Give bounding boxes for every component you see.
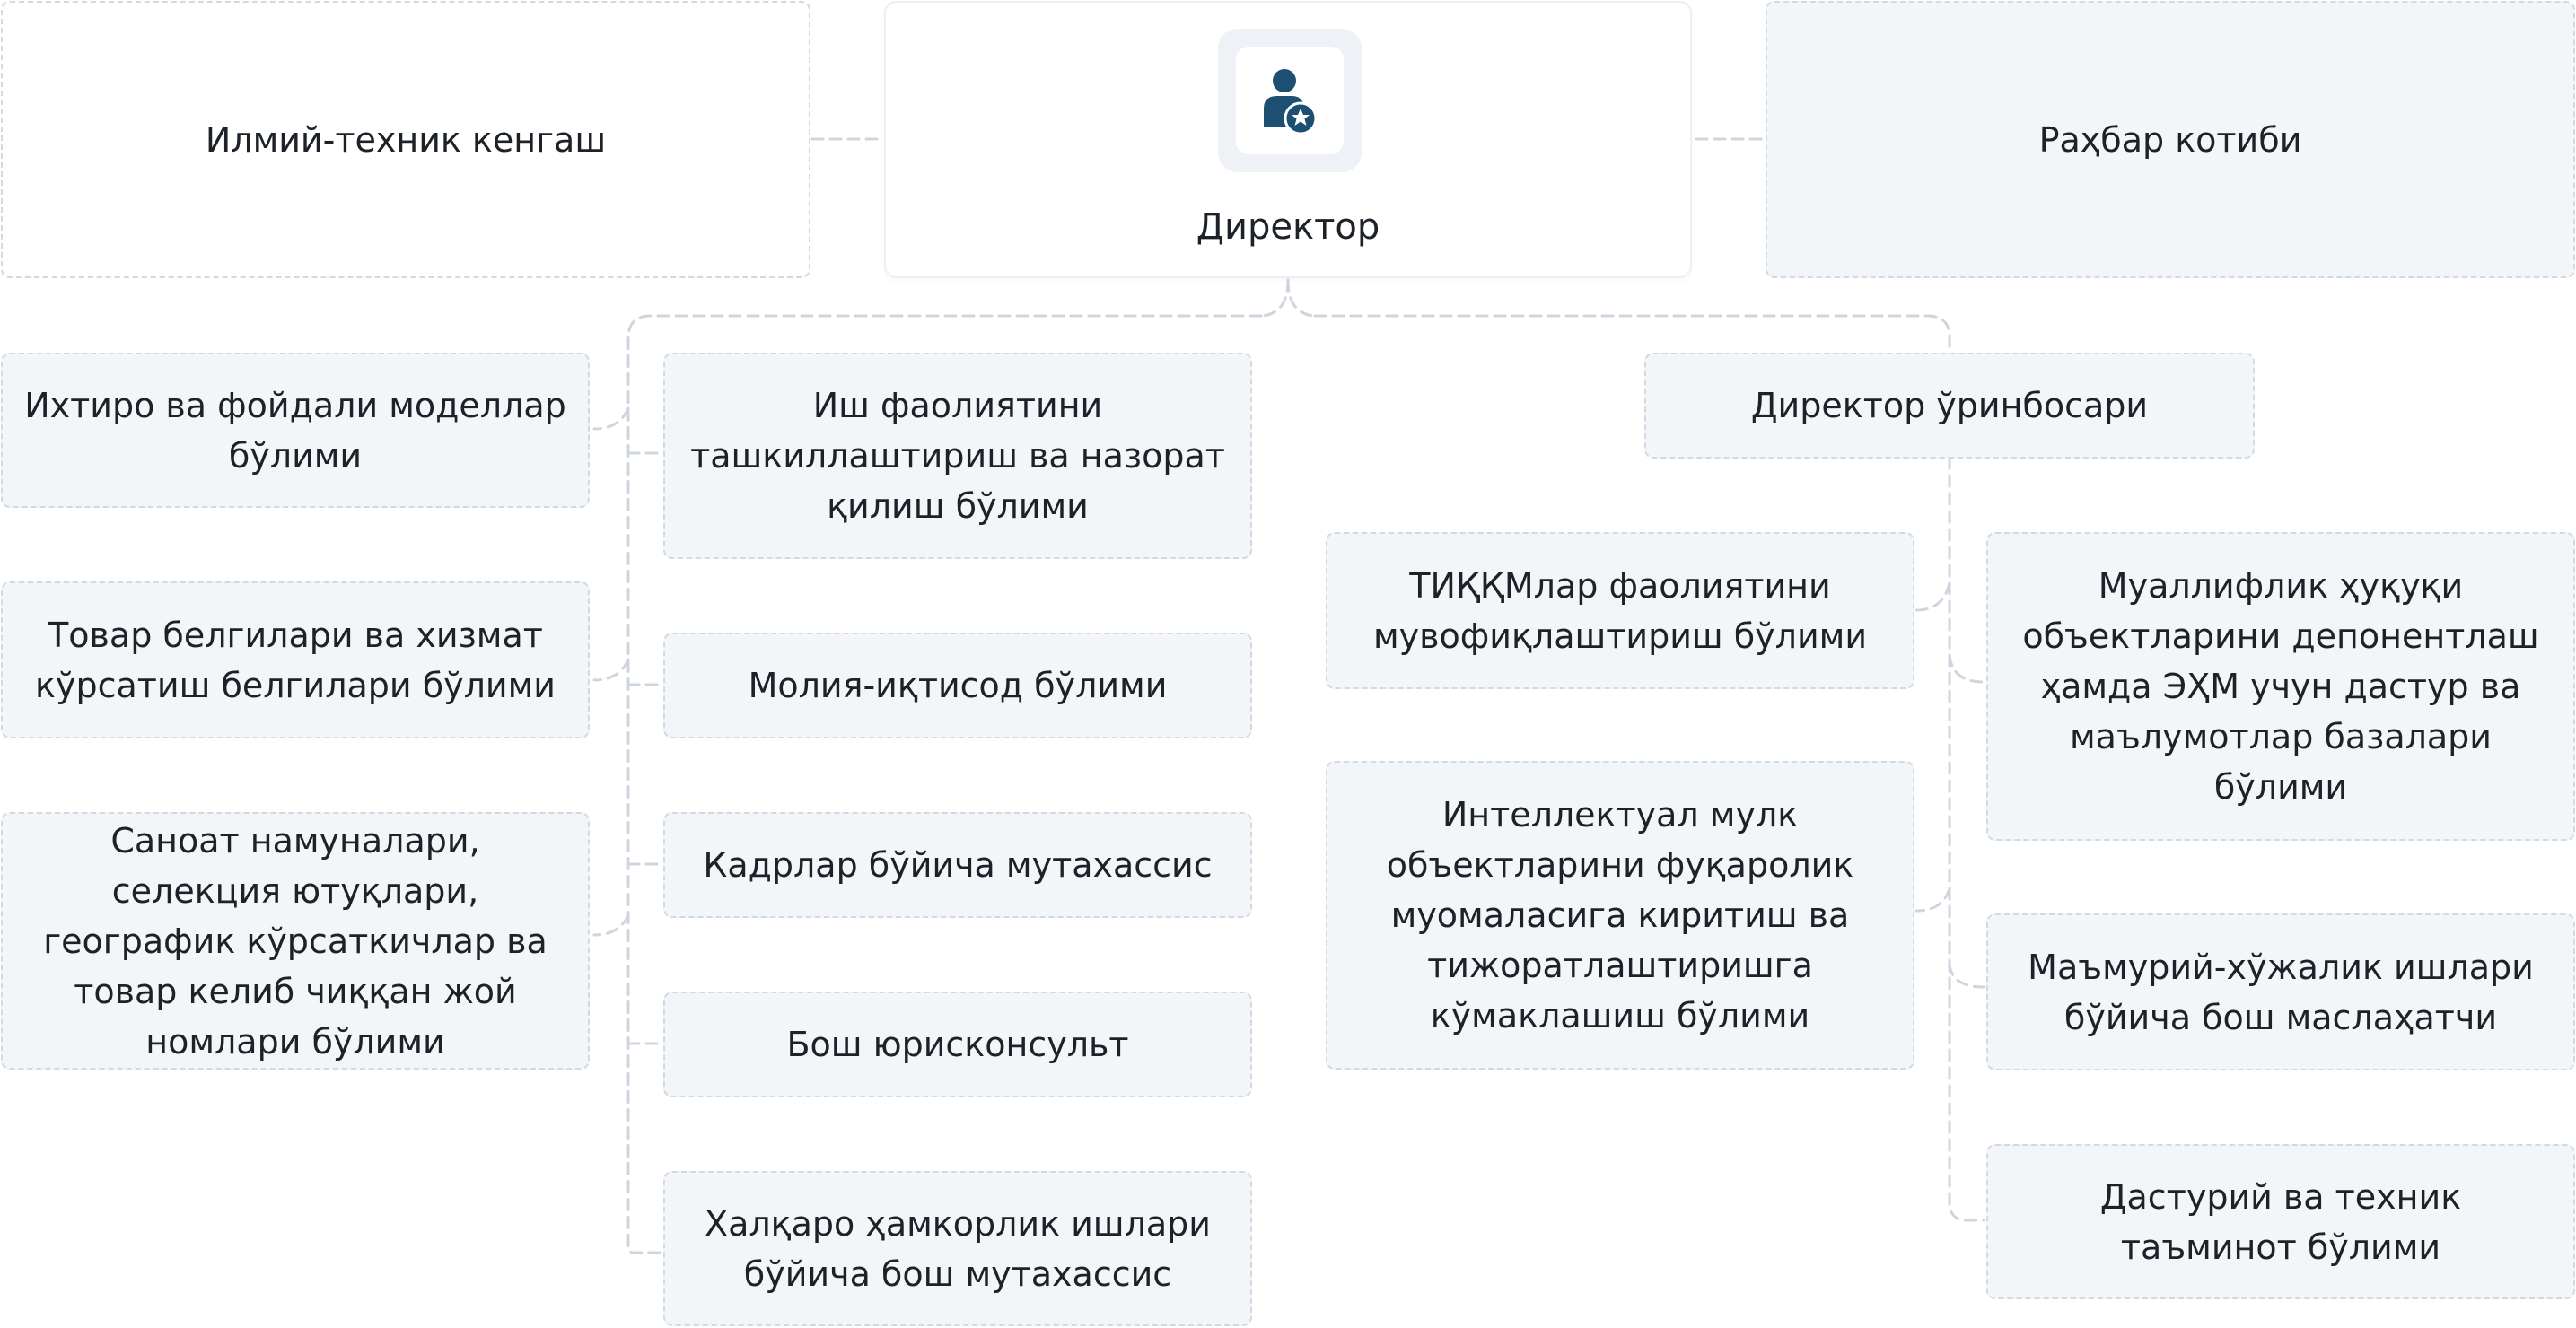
deputy-right-unit-label: Муаллифлик ҳуқуқи объектларини депонентл… [2022,566,2539,807]
left-unit-label: Товар белгилари ва хизмат кўрсатиш белги… [35,615,556,705]
center-unit-label: Иш фаолиятини ташкиллаштириш ва назорат … [690,386,1225,526]
deputy-right-unit-label: Дастурий ва техник таъминот бўлими [2099,1176,2462,1267]
left-unit-2: Товар белгилари ва хизмат кўрсатиш белги… [1,581,590,738]
center-unit-1: Иш фаолиятини ташкиллаштириш ва назорат … [663,353,1252,559]
center-unit-label: Молия-иқтисод бўлими [748,666,1168,705]
left-unit-label: Ихтиро ва фойдали моделлар бўлими [24,385,566,476]
center-unit-label: Бош юрисконсульт [786,1025,1129,1064]
deputy-right-unit-2: Маъмурий-хўжалик ишлари бўйича бош масла… [1986,913,2575,1070]
user-star-icon [1264,69,1317,134]
director-title: Директор [1196,206,1380,248]
left-unit-label: Саноат намуналари, селекция ютуқлари, ге… [43,820,548,1062]
left-unit-1: Ихтиро ва фойдали моделлар бўлими [1,353,590,508]
center-unit-label: Кадрлар бўйича мутахассис [703,845,1213,885]
secretary-label: Раҳбар котиби [2038,119,2302,160]
deputy-right-unit-1: Муаллифлик ҳуқуқи объектларини депонентл… [1986,532,2575,841]
deputy-left-unit-label: ТИҚҚМлар фаолиятини мувофиқлаштириш бўли… [1372,565,1868,656]
director-avatar [1218,29,1362,172]
council-label: Илмий-техник кенгаш [205,119,607,160]
council-box: Илмий-техник кенгаш [1,1,810,278]
director-card[interactable]: Директор [884,1,1692,278]
secretary-box: Раҳбар котиби [1766,1,2575,278]
center-unit-5: Халқаро ҳамкорлик ишлари бўйича бош мута… [663,1171,1252,1326]
center-unit-3: Кадрлар бўйича мутахассис [663,812,1252,918]
deputy-left-unit-2: Интеллектуал мулк объектларини фуқаролик… [1326,761,1914,1070]
deputy-left-unit-label: Интеллектуал мулк объектларини фуқаролик… [1386,795,1854,1035]
deputy-right-unit-label: Маъмурий-хўжалик ишлари бўйича бош масла… [2028,947,2534,1037]
left-unit-3: Саноат намуналари, селекция ютуқлари, ге… [1,812,590,1070]
deputy-left-unit-1: ТИҚҚМлар фаолиятини мувофиқлаштириш бўли… [1326,532,1914,689]
deputy-label: Директор ўринбосари [1750,386,2149,425]
center-unit-4: Бош юрисконсульт [663,992,1252,1097]
center-unit-2: Молия-иқтисод бўлими [663,633,1252,738]
deputy-box: Директор ўринбосари [1644,353,2255,459]
deputy-right-unit-3: Дастурий ва техник таъминот бўлими [1986,1144,2575,1299]
center-unit-label: Халқаро ҳамкорлик ишлари бўйича бош мута… [705,1203,1211,1294]
